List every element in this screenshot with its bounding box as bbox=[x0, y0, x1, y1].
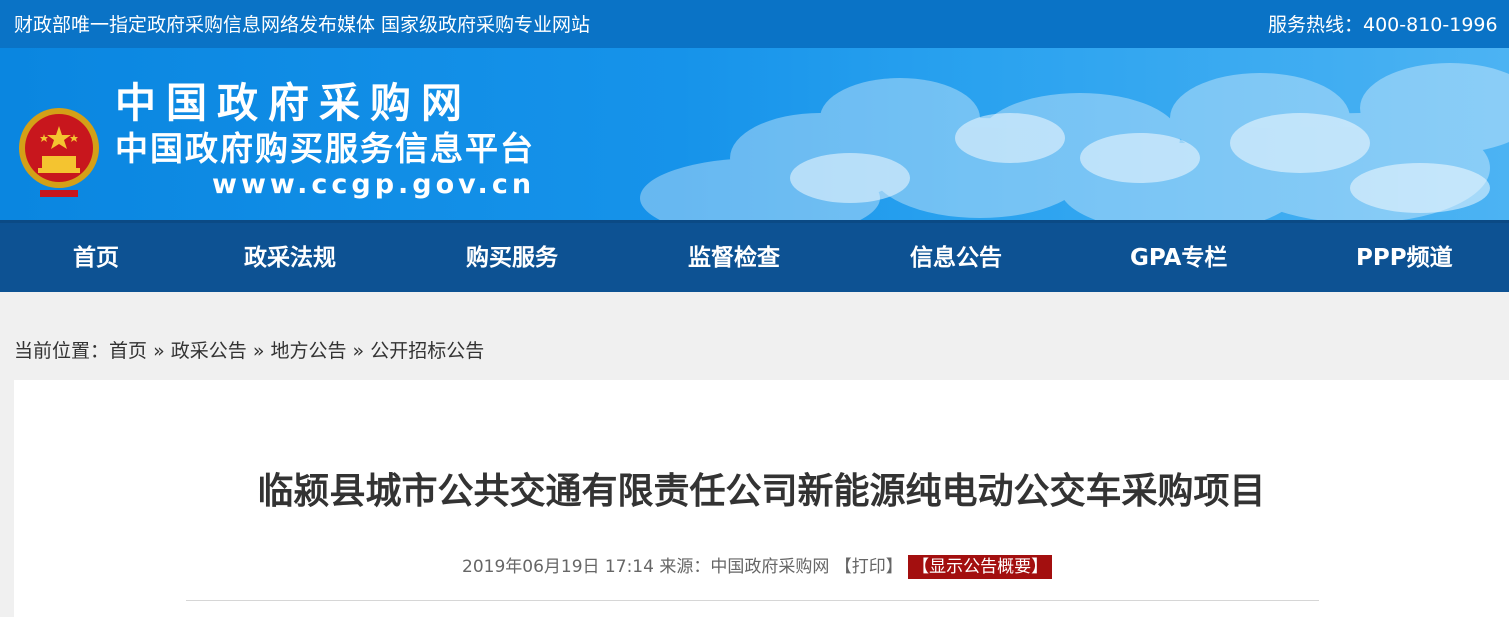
nav-item-ppp[interactable]: PPP频道 bbox=[1356, 223, 1453, 295]
site-banner: 中国政府采购网 中国政府购买服务信息平台 www.ccgp.gov.cn bbox=[0, 48, 1509, 220]
site-url: www.ccgp.gov.cn bbox=[212, 169, 536, 200]
divider bbox=[186, 600, 1319, 601]
service-hotline: 服务热线：400-810-1996 bbox=[1268, 14, 1498, 36]
breadcrumb: 当前位置：首页 » 政采公告 » 地方公告 » 公开招标公告 bbox=[14, 336, 484, 363]
top-info-bar: 财政部唯一指定政府采购信息网络发布媒体 国家级政府采购专业网站 服务热线：400… bbox=[0, 0, 1509, 48]
breadcrumb-separator: » bbox=[352, 340, 365, 362]
site-subtitle: 中国政府购买服务信息平台 bbox=[115, 129, 535, 168]
article-source: 中国政府采购网 bbox=[710, 557, 830, 577]
breadcrumb-procurement-notices[interactable]: 政采公告 bbox=[171, 340, 247, 362]
article-meta: 2019年06月19日 17:14 来源：中国政府采购网 【打印】 【显示公告概… bbox=[462, 552, 1053, 579]
show-summary-button[interactable]: 【显示公告概要】 bbox=[908, 555, 1053, 579]
breadcrumb-separator: » bbox=[153, 340, 165, 362]
breadcrumb-public-tender[interactable]: 公开招标公告 bbox=[370, 340, 484, 362]
nav-item-gpa[interactable]: GPA专栏 bbox=[1130, 223, 1227, 295]
national-emblem-icon bbox=[19, 108, 99, 197]
nav-item-purchase-services[interactable]: 购买服务 bbox=[466, 223, 558, 295]
article-title: 临颍县城市公共交通有限责任公司新能源纯电动公交车采购项目 bbox=[257, 471, 1266, 512]
article-datetime: 2019年06月19日 17:14 bbox=[462, 557, 654, 577]
breadcrumb-prefix: 当前位置： bbox=[14, 340, 110, 362]
nav-item-home[interactable]: 首页 bbox=[73, 223, 119, 295]
article-panel: 临颍县城市公共交通有限责任公司新能源纯电动公交车采购项目 2019年06月19日… bbox=[14, 380, 1509, 617]
main-nav: 首页 政采法规 购买服务 监督检查 信息公告 GPA专栏 PPP频道 bbox=[0, 220, 1509, 292]
source-label: 来源： bbox=[659, 557, 711, 577]
site-slogan: 财政部唯一指定政府采购信息网络发布媒体 国家级政府采购专业网站 bbox=[14, 14, 591, 36]
print-button[interactable]: 【打印】 bbox=[835, 557, 903, 577]
breadcrumb-local-notices[interactable]: 地方公告 bbox=[270, 340, 346, 362]
nav-item-regulations[interactable]: 政采法规 bbox=[244, 223, 336, 295]
breadcrumb-home[interactable]: 首页 bbox=[109, 340, 147, 362]
nav-item-supervision[interactable]: 监督检查 bbox=[688, 223, 780, 295]
breadcrumb-separator: » bbox=[252, 340, 265, 362]
nav-item-announcements[interactable]: 信息公告 bbox=[910, 223, 1002, 295]
site-title: 中国政府采购网 bbox=[115, 79, 472, 127]
